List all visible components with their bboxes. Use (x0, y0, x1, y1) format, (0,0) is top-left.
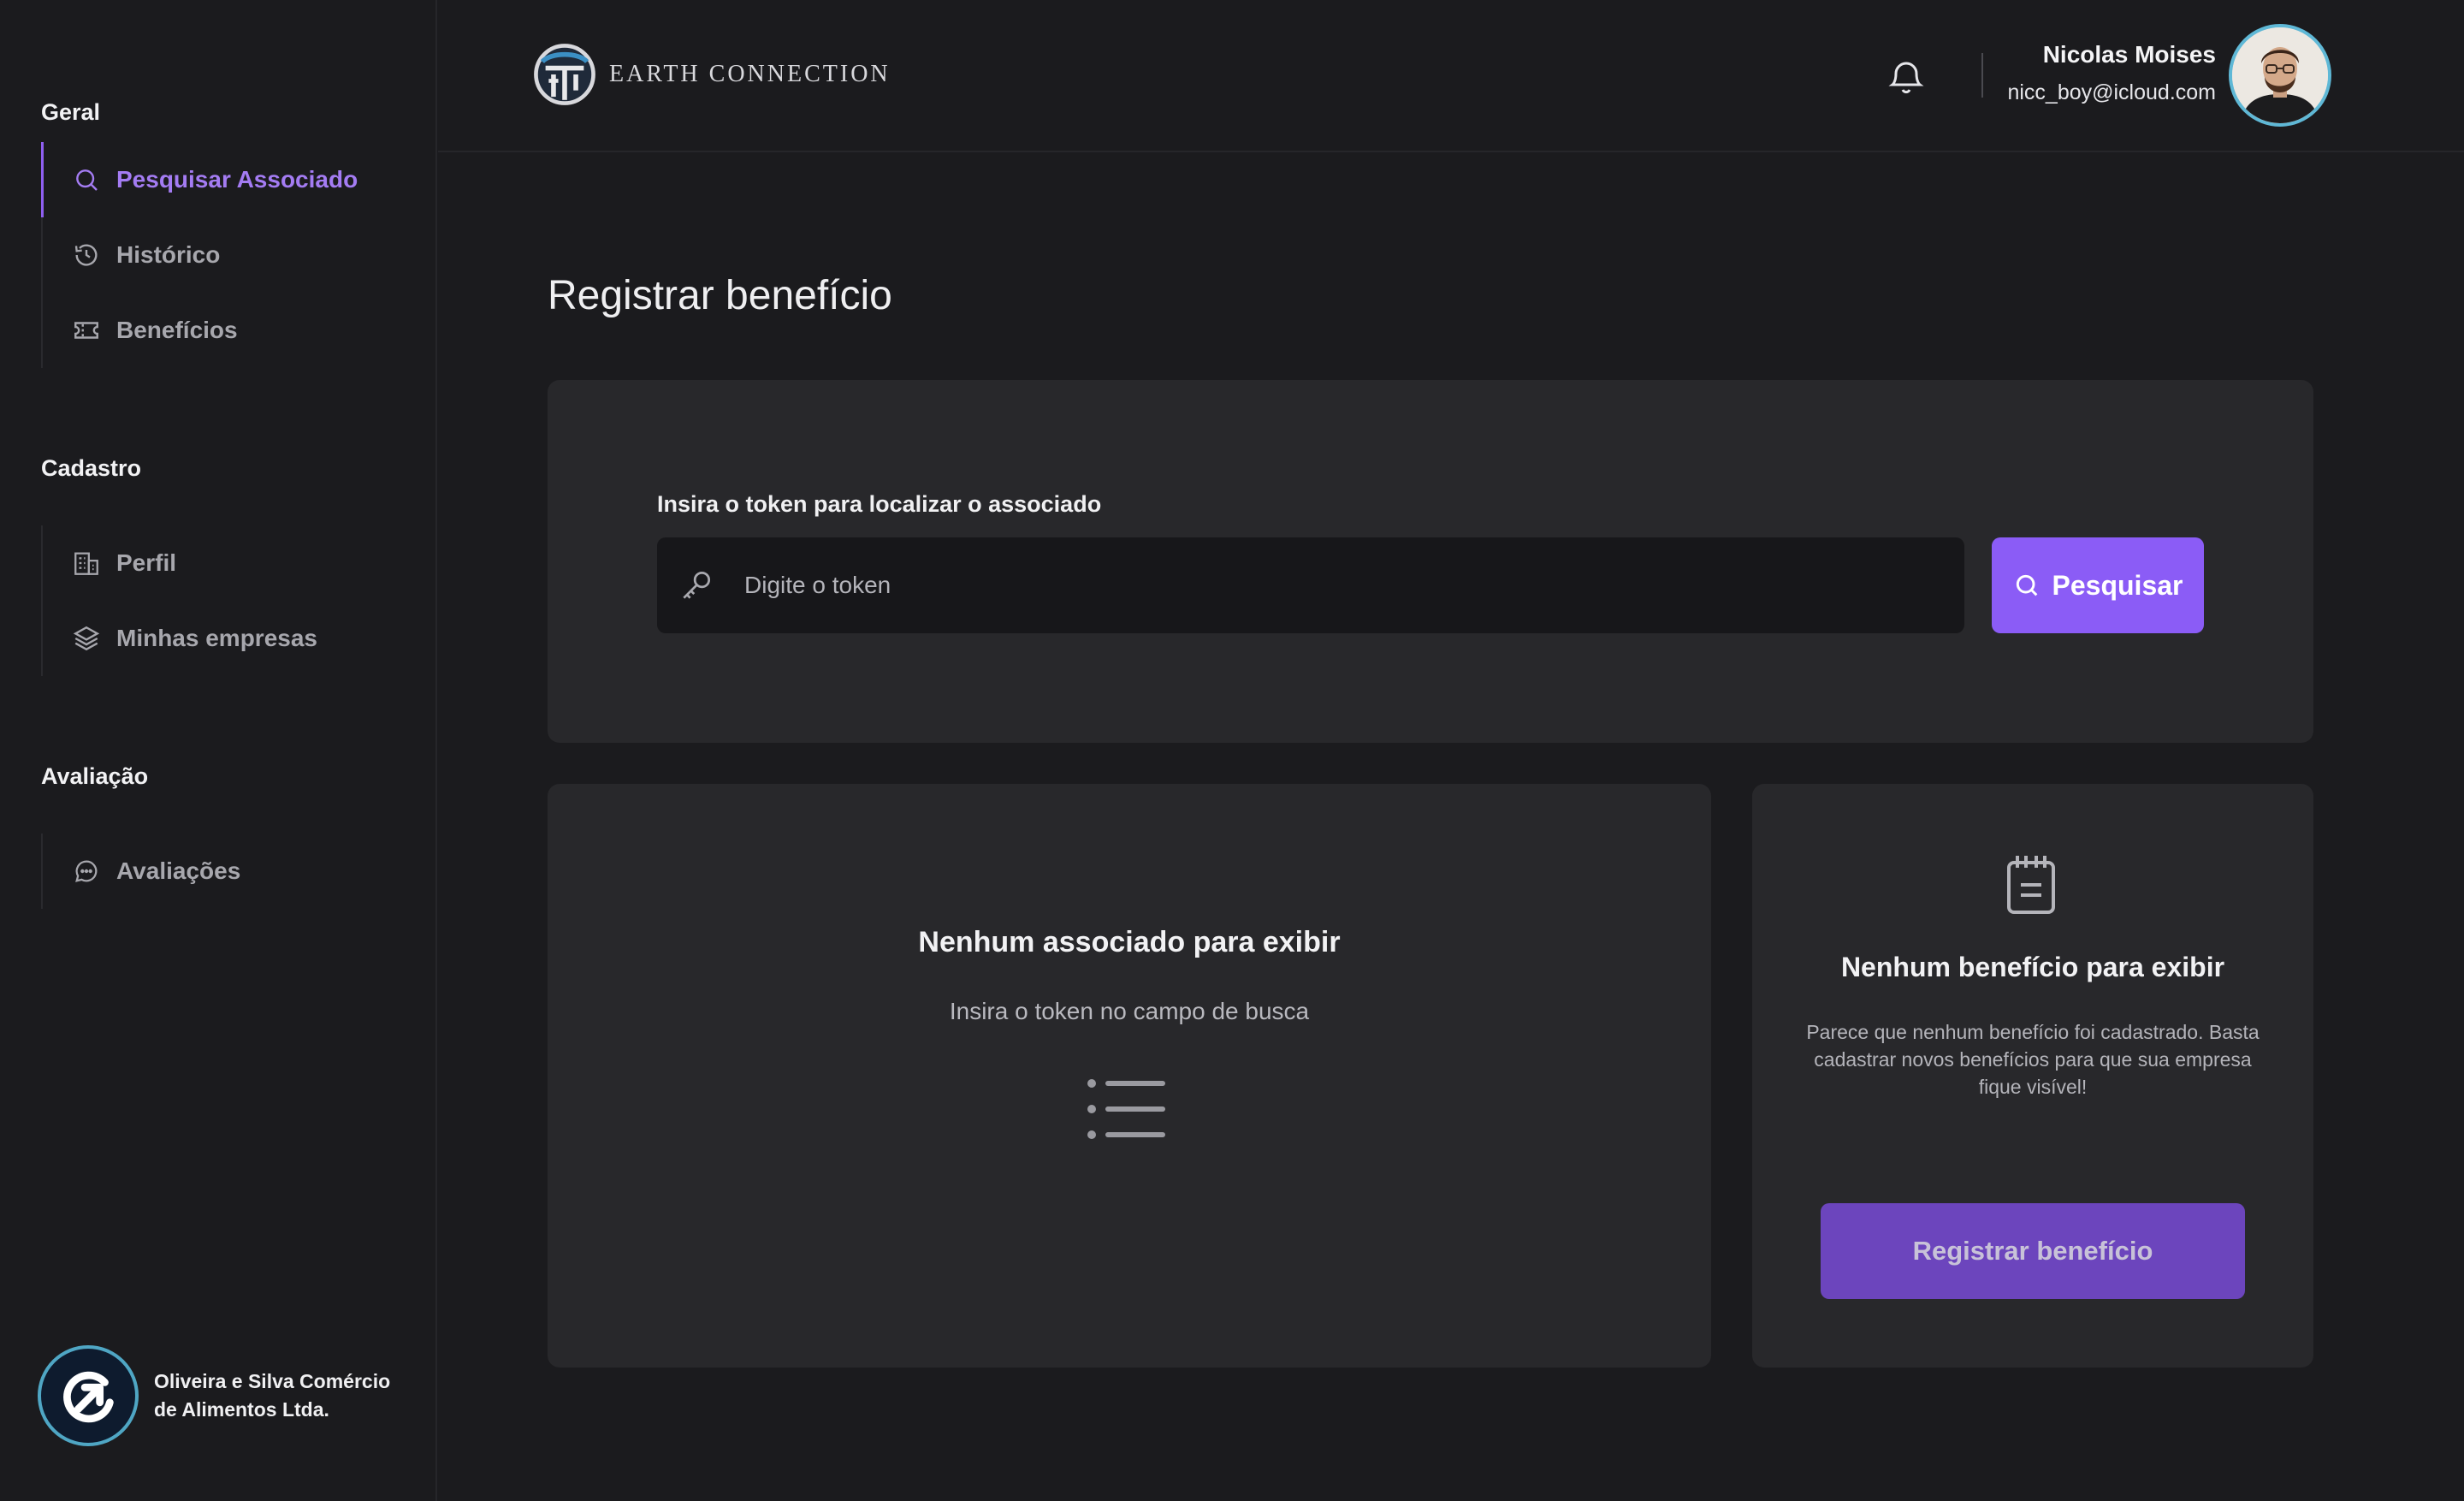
benefits-empty-description: Parece que nenhum benefício foi cadastra… (1806, 1021, 2260, 1098)
nav-group-avaliacao: Avaliações (41, 834, 418, 909)
sidebar-item-label: Avaliações (116, 857, 241, 884)
sidebar-item-pesquisar-associado[interactable]: Pesquisar Associado (41, 142, 418, 217)
sidebar-item-label: Perfil (116, 549, 177, 576)
token-search-label: Insira o token para localizar o associad… (657, 491, 1102, 517)
notifications-button[interactable] (1886, 56, 1927, 98)
sidebar-item-label: Pesquisar Associado (116, 166, 358, 193)
history-icon (72, 240, 101, 270)
section-title-geral: Geral (41, 99, 101, 125)
header-divider (1981, 53, 1983, 98)
layers-icon (72, 624, 101, 653)
top-header: EARTH CONNECTION Nicolas Moises nicc_boy… (438, 0, 2464, 152)
associates-empty-title: Nenhum associado para exibir (918, 926, 1341, 958)
search-button-label: Pesquisar (2052, 569, 2183, 601)
earth-connection-logo-icon (534, 44, 595, 105)
sidebar-item-label: Minhas empresas (116, 625, 317, 651)
associates-empty-card: Nenhum associado para exibir Insira o to… (548, 784, 1711, 1368)
sidebar-item-perfil[interactable]: Perfil (43, 525, 418, 601)
search-button[interactable]: Pesquisar (1992, 537, 2204, 633)
company-name: Oliveira e Silva Comércio de Alimentos L… (154, 1370, 391, 1421)
sidebar-item-minhas-empresas[interactable]: Minhas empresas (43, 601, 418, 676)
nav-group-geral: Pesquisar Associado Histórico Benefícios (41, 142, 418, 368)
associates-empty-subtitle: Insira o token no campo de busca (949, 998, 1310, 1024)
brand-logo[interactable]: EARTH CONNECTION (532, 39, 891, 110)
ticket-icon (72, 316, 101, 345)
token-search-field (657, 537, 1964, 633)
company-logo (38, 1345, 139, 1446)
user-name: Nicolas Moises (2042, 41, 2216, 68)
search-icon (72, 165, 101, 194)
token-search-card: Insira o token para localizar o associad… (548, 380, 2313, 743)
token-input[interactable] (715, 537, 1964, 633)
notepad-icon (2007, 856, 2055, 914)
company-switcher[interactable]: Oliveira e Silva Comércio de Alimentos L… (38, 1345, 411, 1446)
avatar[interactable] (2229, 24, 2331, 127)
benefits-empty-card: Nenhum benefício para exibir Parece que … (1752, 784, 2313, 1368)
sidebar: Geral Pesquisar Associado Histórico Bene… (0, 0, 437, 1501)
sidebar-item-avaliacoes[interactable]: Avaliações (43, 834, 418, 909)
section-title-avaliacao: Avaliação (41, 763, 149, 789)
user-avatar-image (2232, 27, 2328, 123)
sidebar-item-label: Benefícios (116, 317, 238, 343)
nav-group-cadastro: Perfil Minhas empresas (41, 525, 418, 676)
sidebar-item-label: Histórico (116, 241, 221, 268)
page-title: Registrar benefício (548, 273, 892, 318)
key-icon (683, 571, 711, 599)
bell-icon (1888, 62, 1924, 94)
chat-icon (72, 857, 101, 886)
sidebar-item-historico[interactable]: Histórico (43, 217, 418, 293)
benefits-empty-title: Nenhum benefício para exibir (1840, 952, 2225, 982)
user-email: nicc_boy@icloud.com (2007, 80, 2216, 104)
section-title-cadastro: Cadastro (41, 455, 142, 481)
brand-name: EARTH CONNECTION (609, 61, 891, 87)
building-icon (72, 549, 101, 578)
search-icon (2016, 574, 2037, 596)
list-icon (1087, 1079, 1165, 1139)
sidebar-item-beneficios[interactable]: Benefícios (43, 293, 418, 368)
register-benefit-button[interactable]: Registrar benefício (1821, 1203, 2245, 1299)
